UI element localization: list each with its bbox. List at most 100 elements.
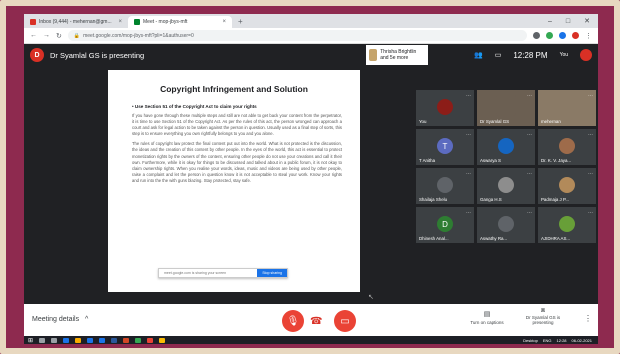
mic-muted-icon: ⋯ [466,132,471,138]
participant-tile[interactable]: Padmaja J P... ⋯ [538,168,596,204]
camera-off-button[interactable]: ▭ [334,310,356,332]
kebab-menu-icon[interactable]: ⋮ [585,32,592,40]
presenter-avatar: D [30,48,44,62]
mic-muted-icon: ⋯ [588,132,593,138]
tray-time: 12:28 [556,337,567,343]
participant-name: T Anitha [419,158,436,163]
minimize-button[interactable]: – [548,18,552,25]
participant-name: Padmaja J P... [541,197,569,202]
participant-avatar [559,216,575,232]
new-tab-button[interactable]: + [232,16,249,28]
participant-tile[interactable]: You ⋯ [416,90,474,126]
captions-button[interactable]: ▤ Turn on captions [464,310,510,325]
edge-icon[interactable] [63,337,70,343]
participant-avatar [437,99,453,115]
extension-icon[interactable] [546,32,553,39]
presenting-button[interactable]: ⧈ Dr Syamlal GS is presenting [520,307,566,325]
participant-tile[interactable]: TT Anitha ⋯ [416,129,474,165]
participant-avatar [559,138,575,154]
powerpoint-icon[interactable] [123,337,130,343]
self-avatar [580,49,592,61]
participant-tile[interactable]: Aswathy Ra... ⋯ [477,207,535,243]
close-icon[interactable]: × [118,19,122,25]
more-options-icon[interactable]: ⋮ [584,314,592,323]
app-icon[interactable] [147,337,154,343]
url-text: meet.google.com/mop-jbys-mft?pli=1&authu… [83,32,194,39]
close-icon[interactable]: × [222,19,226,25]
mic-muted-icon: ⋯ [466,171,471,177]
reload-icon[interactable]: ↻ [56,32,62,40]
search-icon[interactable] [39,337,46,343]
join-notification[interactable]: Thrisha Brightlin and 5e more [366,45,428,65]
mail-icon[interactable] [99,337,106,343]
participant-avatar [559,177,575,193]
mic-muted-icon: ⋯ [588,210,593,216]
mic-muted-icon: ⋯ [527,210,532,216]
presenter-banner: D Dr Syamlal GS is presenting [24,48,144,62]
end-call-button[interactable]: ☎ [310,316,322,327]
mic-muted-icon: ⋯ [466,210,471,216]
participant-name: Aswarya S [480,158,501,163]
desktop-label[interactable]: Desktop [523,338,538,343]
meet-icon [134,19,140,25]
lock-icon: 🔒 [73,32,81,39]
participant-name: Dr. K. V. Jaya... [541,158,572,163]
language-indicator[interactable]: ENG [543,338,552,343]
mic-muted-icon: ⋯ [527,93,532,99]
laptop-screen: Inbox (9,444) - mehernan@gm... × Meet - … [24,14,598,344]
participant-name: Ganga H.S [480,197,502,202]
windows-start-icon[interactable]: ⊞ [28,337,33,344]
url-field[interactable]: 🔒 meet.google.com/mop-jbys-mft?pli=1&aut… [67,30,527,41]
explorer-icon[interactable] [75,337,82,343]
participant-thumbnail [369,49,378,61]
close-window-button[interactable]: ✕ [584,17,590,25]
participant-avatar [496,94,516,116]
document-title: Copyright Infringement and Solution [160,84,308,94]
participant-name: mehernan [541,119,561,124]
meeting-details-button[interactable]: Meeting details ^ [32,316,88,323]
clock: 12:28 PM [513,50,548,60]
stop-sharing-button[interactable]: Stop sharing [257,269,287,277]
presentation-view: Copyright Infringement and Solution • Us… [108,70,360,292]
mic-muted-icon: ⋯ [466,93,471,99]
participant-tile[interactable]: mehernan ⋯ [538,90,596,126]
participant-tile[interactable]: Ganga H.S ⋯ [477,168,535,204]
extension-icon[interactable] [533,32,540,39]
windows-taskbar: ⊞ Desktop ENG 12:28 06-02-2021 [24,336,598,344]
participant-avatar [498,138,514,154]
mic-muted-icon: ⋯ [588,171,593,177]
participant-tile[interactable]: AJIDHRA AS... ⋯ [538,207,596,243]
participant-avatar [498,177,514,193]
mic-muted-icon: ⋯ [527,132,532,138]
store-icon[interactable] [87,337,94,343]
window-controls: – □ ✕ [548,14,598,28]
participant-tile[interactable]: Dr. K. V. Jaya... ⋯ [538,129,596,165]
meet-control-bar: Meeting details ^ 🎙 ☎ ▭ ▤ Turn on captio… [24,304,598,336]
participant-tile[interactable]: Dr Syamlal GS ⋯ [477,90,535,126]
participant-tile[interactable]: D Dhinesh Anal... ⋯ [416,207,474,243]
word-icon[interactable] [111,337,118,343]
chat-icon[interactable]: ▭ [495,51,502,59]
participant-name: You [419,119,427,124]
address-bar: ← → ↻ 🔒 meet.google.com/mop-jbys-mft?pli… [24,28,598,44]
back-arrow-icon[interactable]: ← [30,32,37,39]
participant-grid: You ⋯ Dr Syamlal GS ⋯ mehernan ⋯ T T Anitha ⋯ Asw… [416,90,596,243]
people-icon[interactable]: 👥 [474,51,483,59]
tab-inbox[interactable]: Inbox (9,444) - mehernan@gm... × [24,16,128,28]
profile-avatar[interactable] [572,32,579,39]
presenting-label: Dr Syamlal GS is presenting [525,315,561,325]
participant-name: Aswathy Ra... [480,236,508,241]
extension-icon[interactable] [559,32,566,39]
mic-off-button[interactable]: 🎙 [282,310,304,332]
app-icon[interactable] [159,337,166,343]
maximize-button[interactable]: □ [566,18,570,25]
participant-tile[interactable]: Shailaja Shelu ⋯ [416,168,474,204]
tab-meet[interactable]: Meet - mop-jbys-mft × [128,16,232,28]
mouse-cursor-icon: ↖ [368,294,374,301]
participant-tile[interactable]: Aswarya S ⋯ [477,129,535,165]
forward-arrow-icon[interactable]: → [43,32,50,39]
chrome-icon[interactable] [135,337,142,343]
captions-icon: ▤ [483,311,491,318]
task-view-icon[interactable] [51,337,58,343]
meet-header: D Dr Syamlal GS is presenting Thrisha Br… [24,45,598,65]
